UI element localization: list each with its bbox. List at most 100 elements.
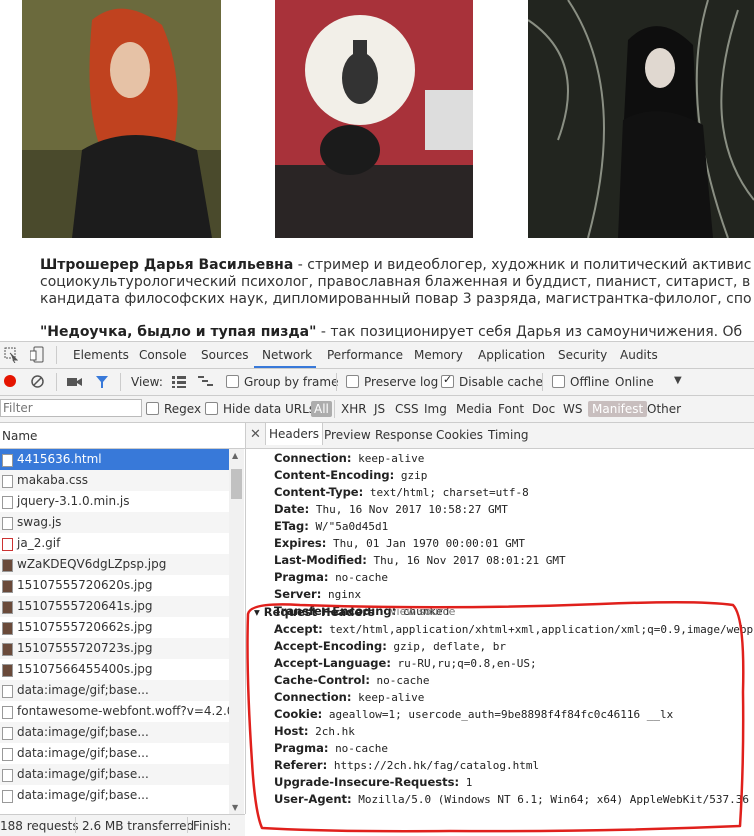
- tab-application[interactable]: Application: [478, 348, 545, 362]
- header-value: Thu, 16 Nov 2017 08:01:21 GMT: [373, 554, 566, 567]
- chevron-down-icon[interactable]: ▼: [674, 375, 682, 386]
- waterfall-icon[interactable]: [198, 376, 214, 388]
- filter-bar: Regex Hide data URLs All XHR JS CSS Img …: [0, 396, 754, 423]
- request-row[interactable]: 15107555720620s.jpg: [0, 575, 229, 596]
- request-name: ja_2.gif: [17, 536, 61, 550]
- request-row[interactable]: swag.js: [0, 512, 229, 533]
- scrollbar-thumb[interactable]: [231, 469, 242, 499]
- tab-preview[interactable]: Preview: [324, 428, 371, 442]
- request-header-row: User-Agent: Mozilla/5.0 (Windows NT 6.1;…: [274, 792, 749, 806]
- request-row[interactable]: wZaKDEQV6dgLZpsp.jpg: [0, 554, 229, 575]
- img-file-icon: [2, 601, 13, 614]
- header-value: https://2ch.hk/fag/catalog.html: [333, 759, 540, 772]
- filter-type-css[interactable]: CSS: [395, 402, 419, 416]
- img-file-icon: [2, 580, 13, 593]
- throttling-select[interactable]: Online: [615, 375, 654, 389]
- screenshot-camera-icon[interactable]: [67, 377, 83, 387]
- filter-type-all[interactable]: All: [311, 401, 332, 417]
- response-header-row: Server: nginx: [274, 587, 361, 601]
- offline-checkbox[interactable]: Offline: [552, 375, 609, 389]
- tab-security[interactable]: Security: [558, 348, 607, 362]
- filter-type-xhr[interactable]: XHR: [341, 402, 367, 416]
- close-icon[interactable]: ✕: [250, 427, 261, 442]
- transferred-size: 2.6 MB transferred: [82, 819, 195, 833]
- request-row[interactable]: 15107566455400s.jpg: [0, 659, 229, 680]
- tab-console[interactable]: Console: [139, 348, 187, 362]
- tab-elements[interactable]: Elements: [73, 348, 129, 362]
- device-toolbar-icon[interactable]: [30, 346, 44, 363]
- name-column-header[interactable]: Name: [2, 429, 37, 443]
- request-row[interactable]: fontawesome-webfont.woff?v=4.2.0: [0, 701, 234, 722]
- article-paragraph-1: Штрошерер Дарья Васильевна - стример и в…: [40, 257, 754, 274]
- filter-type-img[interactable]: Img: [424, 402, 447, 416]
- article-text: - стример и видеоблогер, художник и поли…: [293, 257, 752, 273]
- request-header-row: Referer: https://2ch.hk/fag/catalog.html: [274, 758, 539, 772]
- request-details-panel: ✕ Headers Preview Response Cookies Timin…: [246, 423, 754, 835]
- filter-funnel-icon[interactable]: [95, 375, 109, 389]
- request-row[interactable]: makaba.css: [0, 470, 229, 491]
- hide-data-urls-checkbox[interactable]: Hide data URLs: [205, 402, 315, 416]
- tab-headers[interactable]: Headers: [265, 423, 323, 445]
- filter-type-js[interactable]: JS: [374, 402, 385, 416]
- filter-type-media[interactable]: Media: [456, 402, 492, 416]
- tab-performance[interactable]: Performance: [327, 348, 403, 362]
- request-row[interactable]: data:image/gif;base...: [0, 764, 229, 785]
- filter-type-font[interactable]: Font: [498, 402, 524, 416]
- clear-icon[interactable]: [31, 375, 44, 388]
- tab-memory[interactable]: Memory: [414, 348, 463, 362]
- css-file-icon: [2, 475, 13, 488]
- request-row[interactable]: data:image/gif;base...: [0, 680, 229, 701]
- request-row[interactable]: 4415636.html: [0, 449, 229, 470]
- header-key: Pragma:: [274, 570, 329, 584]
- tab-timing[interactable]: Timing: [488, 428, 529, 442]
- view-source-link[interactable]: view source: [390, 605, 455, 618]
- details-tab-bar: ✕ Headers Preview Response Cookies Timin…: [246, 423, 754, 449]
- scroll-down-icon[interactable]: ▼: [232, 803, 238, 812]
- group-by-frame-checkbox[interactable]: Group by frame: [226, 375, 338, 389]
- request-headers-toggle[interactable]: ▾ Request Headers: [254, 605, 375, 619]
- request-name: 15107555720641s.jpg: [17, 599, 153, 613]
- tab-cookies[interactable]: Cookies: [436, 428, 483, 442]
- request-header-row: Pragma: no-cache: [274, 741, 388, 755]
- filter-type-doc[interactable]: Doc: [532, 402, 555, 416]
- inspect-element-icon[interactable]: [4, 347, 18, 363]
- request-list-scrollbar[interactable]: ▲ ▼: [229, 449, 244, 814]
- article-subject-name: Штрошерер Дарья Васильевна: [40, 257, 294, 273]
- tab-audits[interactable]: Audits: [620, 348, 658, 362]
- request-row[interactable]: ja_2.gif: [0, 533, 229, 554]
- request-row[interactable]: data:image/gif;base...: [0, 722, 229, 743]
- header-key: Pragma:: [274, 741, 329, 755]
- filter-type-other[interactable]: Other: [647, 402, 681, 416]
- large-rows-icon[interactable]: [172, 376, 186, 388]
- filter-type-ws[interactable]: WS: [563, 402, 582, 416]
- header-key: Cookie:: [274, 707, 323, 721]
- gif-file-icon: [2, 538, 13, 551]
- request-name: 4415636.html: [17, 452, 102, 466]
- article-text: - так позиционирует себя Дарья из самоун…: [316, 324, 743, 340]
- tab-network[interactable]: Network: [262, 348, 312, 362]
- tab-sources[interactable]: Sources: [201, 348, 248, 362]
- preserve-log-checkbox[interactable]: Preserve log: [346, 375, 438, 389]
- filter-input[interactable]: [0, 399, 142, 417]
- photo-grenade-flag: [275, 0, 473, 238]
- filter-type-manifest[interactable]: Manifest: [588, 401, 648, 417]
- tab-response[interactable]: Response: [375, 428, 433, 442]
- request-row[interactable]: data:image/gif;base...: [0, 743, 229, 764]
- disable-cache-checkbox[interactable]: Disable cache: [441, 373, 543, 389]
- header-key: Content-Encoding:: [274, 468, 395, 482]
- request-row[interactable]: 15107555720662s.jpg: [0, 617, 229, 638]
- request-name: fontawesome-webfont.woff?v=4.2.0: [17, 704, 235, 718]
- regex-checkbox[interactable]: Regex: [146, 402, 201, 416]
- request-row[interactable]: data:image/gif;base...: [0, 785, 229, 806]
- request-row[interactable]: jquery-3.1.0.min.js: [0, 491, 229, 512]
- header-key: Last-Modified:: [274, 553, 367, 567]
- record-icon[interactable]: [4, 375, 16, 387]
- header-key: Date:: [274, 502, 310, 516]
- request-list: Name 4415636.html makaba.css jquery-3.1.0.…: [0, 423, 246, 814]
- request-row[interactable]: 15107555720723s.jpg: [0, 638, 229, 659]
- view-label: View:: [131, 375, 163, 389]
- request-row[interactable]: 15107555720641s.jpg: [0, 596, 229, 617]
- article-line: кандидата философских наук, дипломирован…: [40, 291, 752, 307]
- request-name: 15107555720662s.jpg: [17, 620, 153, 634]
- scroll-up-icon[interactable]: ▲: [232, 451, 238, 460]
